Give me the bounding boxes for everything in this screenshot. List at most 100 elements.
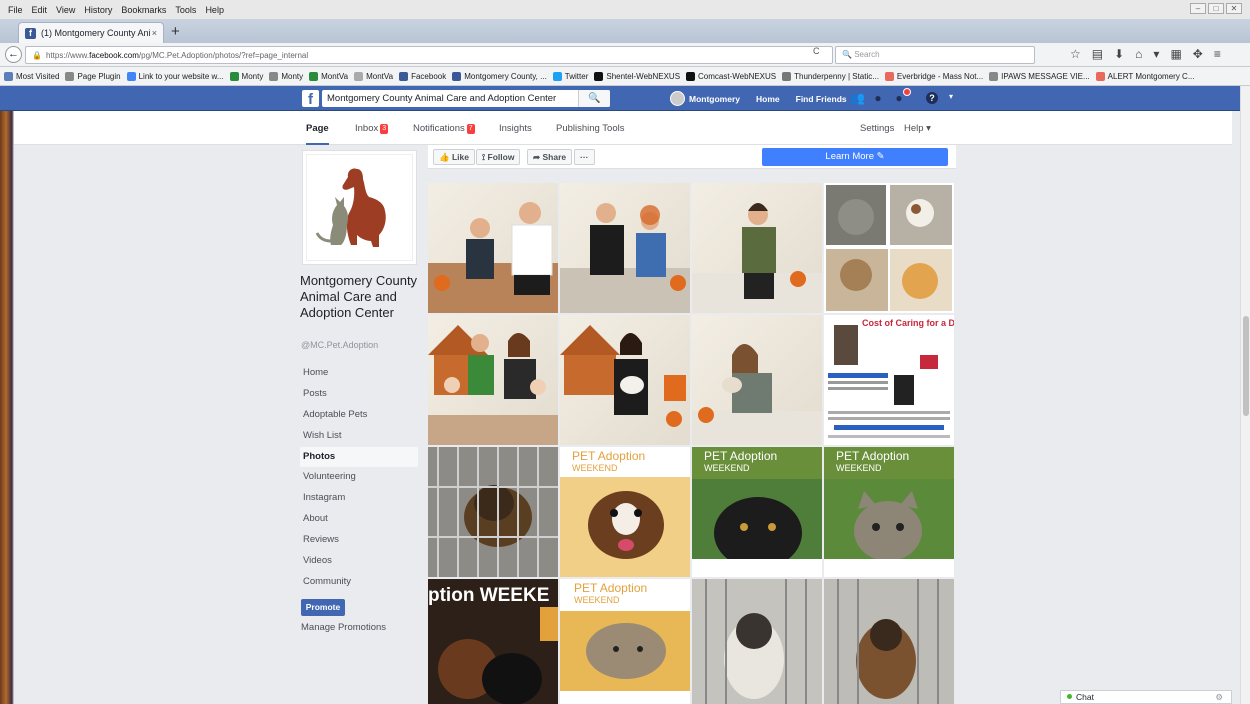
sidebar-item-community[interactable]: Community [300,572,418,593]
profile-link[interactable]: Montgomery [689,94,740,104]
maximize-icon[interactable]: □ [1208,3,1224,14]
photo-thumbnail[interactable] [692,579,822,704]
home-link[interactable]: Home [756,94,780,104]
navigation-toolbar: ← 🔒 https://www. facebook.com/pg/MC.Pet.A… [0,43,1250,67]
bookmark-item[interactable]: Facebook [399,71,446,81]
bookmark-item[interactable]: MontVa [354,71,393,81]
photo-thumbnail[interactable]: Cost of Caring for a Dog [824,315,954,445]
tab-insights[interactable]: Insights [499,123,532,134]
bookmark-item[interactable]: Montgomery County, ... [452,71,547,81]
help-question-icon[interactable]: ? [926,92,938,104]
page-scrollbar[interactable] [1240,86,1250,704]
chat-bar[interactable]: Chat ⚙ [1060,690,1232,704]
sidebar-item-reviews[interactable]: Reviews [300,530,418,551]
new-tab-button[interactable]: + [171,23,180,40]
bookmark-item[interactable]: MontVa [309,71,348,81]
bookmark-item[interactable]: Everbridge - Mass Not... [884,71,983,81]
learn-more-button[interactable]: Learn More ✎ [762,148,948,166]
download-icon[interactable]: ⬇ [1114,47,1124,61]
photo-thumbnail[interactable] [692,315,822,445]
url-bar[interactable]: 🔒 https://www. facebook.com/pg/MC.Pet.Ado… [25,46,833,64]
menu-help[interactable]: Help [205,5,224,15]
more-options-button[interactable]: ··· [574,149,595,165]
tab-inbox[interactable]: Inbox 3 [355,123,389,134]
bookmark-item[interactable]: Twitter [552,71,588,81]
sidebar-item-about[interactable]: About [300,509,418,530]
account-dropdown-icon[interactable]: ▾ [949,92,953,101]
photo-thumbnail[interactable]: PET Adoption WEEKEND [560,579,690,704]
photo-thumbnail[interactable] [560,183,690,313]
photo-thumbnail[interactable]: PET Adoption WEEKEND [824,447,954,577]
photo-thumbnail[interactable] [428,447,558,577]
browser-search-input[interactable]: 🔍 Search [835,46,1035,64]
sidebar-item-wish-list[interactable]: Wish List [300,426,418,447]
sidebar-item-home[interactable]: Home [300,363,418,384]
bookmark-item[interactable]: Shentel-WebNEXUS [594,71,680,81]
extension-icon[interactable]: ▦ [1170,47,1181,61]
facebook-logo-icon[interactable]: f [302,90,319,108]
manage-promotions-link[interactable]: Manage Promotions [301,622,386,633]
tab-notifications[interactable]: Notifications 7 [413,123,475,134]
sidebar-item-volunteering[interactable]: Volunteering [300,467,418,488]
find-friends-link[interactable]: Find Friends [796,94,847,104]
page-title[interactable]: Montgomery County Animal Care and Adopti… [300,273,425,321]
facebook-search-button[interactable]: 🔍 [578,90,610,107]
follow-button[interactable]: ⟟ Follow [476,149,521,165]
chat-settings-icon[interactable]: ⚙ [1215,691,1223,703]
browser-tab[interactable]: f (1) Montgomery County Ani × [18,22,164,43]
sidebar-item-adoptable-pets[interactable]: Adoptable Pets [300,405,418,426]
photo-thumbnail[interactable] [560,315,690,445]
minimize-icon[interactable]: – [1190,3,1206,14]
bookmark-item[interactable]: ALERT Montgomery C... [1095,71,1195,81]
photo-thumbnail[interactable] [692,183,822,313]
sidebar-item-posts[interactable]: Posts [300,384,418,405]
bookmark-item[interactable]: Comcast-WebNEXUS [686,71,776,81]
bookmark-item[interactable]: IPAWS MESSAGE VIE... [989,71,1090,81]
menu-edit[interactable]: Edit [32,5,48,15]
bookmark-item[interactable]: Thunderpenny | Static... [782,71,879,81]
tab-page[interactable]: Page [306,123,329,145]
bookmark-item[interactable]: Monty [269,71,303,81]
bookmark-item[interactable]: Page Plugin [65,71,121,81]
tab-help[interactable]: Help ▾ [904,123,931,134]
tab-close-icon[interactable]: × [152,28,157,38]
reload-icon[interactable]: C [813,46,820,56]
puzzle-icon[interactable]: ✥ [1193,47,1203,61]
reading-list-icon[interactable]: ▤ [1092,47,1103,61]
photo-thumbnail[interactable]: ption WEEKE [428,579,558,704]
tab-settings[interactable]: Settings [860,123,894,134]
page-profile-picture[interactable] [302,150,417,265]
promote-button[interactable]: Promote [301,599,345,616]
messages-icon[interactable]: ● [871,91,885,105]
facebook-search-input[interactable]: Montgomery County Animal Care and Adopti… [322,90,610,107]
close-window-icon[interactable]: ✕ [1226,3,1242,14]
photo-thumbnail[interactable] [428,315,558,445]
pocket-icon[interactable]: ▾ [1153,47,1159,61]
friend-requests-icon[interactable]: 👥 [850,91,865,105]
bookmark-item[interactable]: Monty [229,71,263,81]
menu-file[interactable]: File [8,5,23,15]
like-button[interactable]: 👍 Like [433,149,475,165]
share-button[interactable]: ➦ Share [527,149,573,165]
profile-avatar[interactable] [670,91,685,106]
photo-thumbnail[interactable]: PET Adoption WEEKEND [560,447,690,577]
sidebar-item-photos[interactable]: Photos [300,446,418,468]
photo-thumbnail[interactable]: PET Adoption WEEKEND [692,447,822,577]
scrollbar-thumb[interactable] [1243,316,1249,416]
menu-history[interactable]: History [84,5,112,15]
tab-publishing-tools[interactable]: Publishing Tools [556,123,624,134]
photo-thumbnail[interactable] [824,579,954,704]
back-button[interactable]: ← [5,46,22,63]
bookmark-item[interactable]: Link to your website w... [126,71,224,81]
menu-bookmarks[interactable]: Bookmarks [121,5,166,15]
photo-thumbnail[interactable] [824,183,954,313]
home-icon[interactable]: ⌂ [1135,47,1142,61]
sidebar-item-videos[interactable]: Videos [300,551,418,572]
bookmark-item[interactable]: Most Visited [4,71,59,81]
menu-view[interactable]: View [56,5,75,15]
menu-tools[interactable]: Tools [175,5,196,15]
hamburger-menu-icon[interactable]: ≡ [1214,47,1221,61]
sidebar-item-instagram[interactable]: Instagram [300,488,418,509]
star-icon[interactable]: ☆ [1070,47,1081,61]
photo-thumbnail[interactable] [428,183,558,313]
